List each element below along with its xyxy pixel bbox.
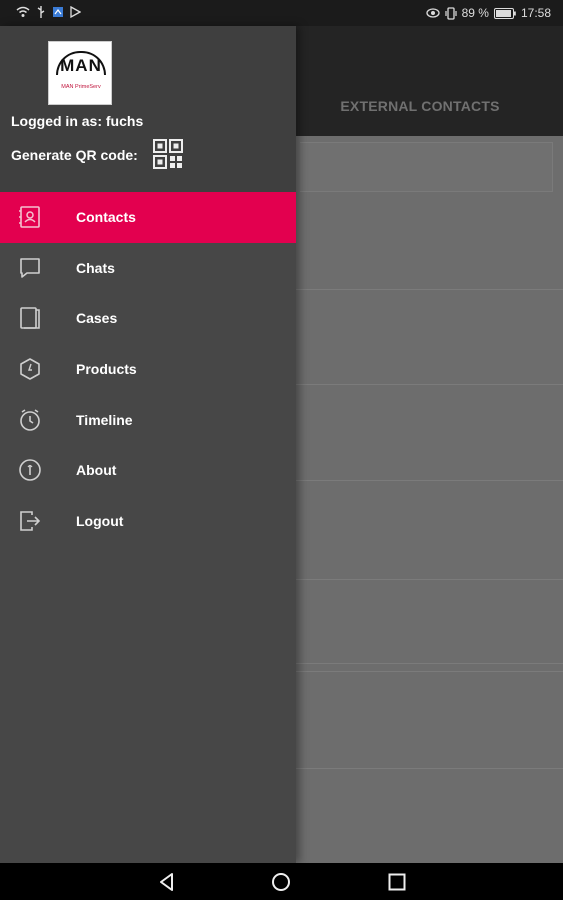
- chat-icon: [20, 257, 40, 278]
- menu-label: Cases: [76, 310, 118, 327]
- list-divider: [296, 768, 563, 769]
- system-nav-bar: [0, 863, 563, 900]
- qr-code-icon[interactable]: [153, 139, 183, 169]
- logout-icon: [20, 511, 41, 531]
- products-icon: [20, 358, 40, 380]
- cases-icon: [20, 307, 40, 330]
- tab-external-contacts[interactable]: EXTERNAL CONTACTS: [296, 98, 544, 114]
- back-icon[interactable]: [156, 871, 178, 893]
- menu-item-logout[interactable]: Logout: [0, 496, 296, 547]
- wifi-icon: [16, 6, 30, 17]
- list-divider: [296, 671, 563, 672]
- menu-item-products[interactable]: Products: [0, 344, 296, 395]
- list-divider: [296, 289, 563, 290]
- status-left-icons: [16, 5, 81, 19]
- timeline-icon: [20, 409, 40, 431]
- home-icon[interactable]: [270, 871, 292, 893]
- menu-item-chats[interactable]: Chats: [0, 243, 296, 294]
- clock: 17:58: [520, 6, 551, 20]
- menu-label: Chats: [76, 259, 115, 276]
- logged-in-label: Logged in as: fuchs: [11, 113, 144, 129]
- vibrate-icon: [445, 6, 457, 20]
- list-divider: [296, 480, 563, 481]
- about-icon: [19, 459, 41, 482]
- logo-subtext: MAN PrimeServ: [61, 84, 101, 90]
- menu-item-about[interactable]: About: [0, 445, 296, 496]
- man-logo: MAN MAN PrimeServ: [48, 41, 112, 105]
- menu-label: Contacts: [76, 209, 136, 225]
- battery-percent: 89 %: [461, 6, 489, 20]
- eye-icon: [425, 8, 440, 18]
- list-divider: [296, 663, 563, 664]
- menu-label: Timeline: [76, 411, 133, 428]
- drawer-header: MAN MAN PrimeServ Logged in as: fuchs Ge…: [0, 26, 296, 192]
- menu-item-timeline[interactable]: Timeline: [0, 395, 296, 446]
- battery-icon: [493, 7, 516, 19]
- qr-code-label: Generate QR code:: [11, 147, 138, 163]
- menu-item-cases[interactable]: Cases: [0, 293, 296, 344]
- menu-item-contacts[interactable]: Contacts: [0, 192, 296, 243]
- menu-label: Logout: [76, 513, 124, 530]
- sim-icon: [53, 7, 63, 17]
- play-store-icon: [70, 6, 81, 18]
- drawer-menu: Contacts Chats Cases Products Timeline A…: [0, 192, 296, 547]
- recents-icon[interactable]: [386, 871, 408, 893]
- usb-icon: [37, 6, 45, 18]
- list-divider: [296, 384, 563, 385]
- status-bar: 89 % 17:58: [0, 0, 563, 26]
- menu-label: Products: [76, 361, 137, 378]
- list-divider: [296, 579, 563, 580]
- status-right: 89 % 17:58: [425, 5, 551, 21]
- menu-label: About: [76, 462, 117, 479]
- navigation-drawer: MAN MAN PrimeServ Logged in as: fuchs Ge…: [0, 26, 296, 863]
- logo-text: MAN: [60, 56, 102, 75]
- background-search-field: [300, 142, 553, 192]
- contacts-icon: [19, 206, 40, 228]
